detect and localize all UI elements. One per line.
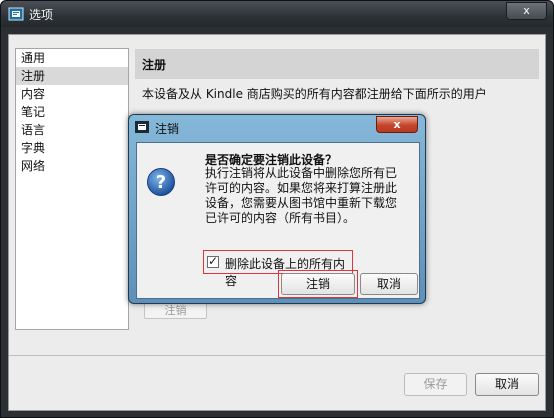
window-titlebar[interactable]: 选项 x: [1, 1, 553, 27]
cancel-button[interactable]: 取消: [475, 373, 539, 396]
svg-text:?: ?: [156, 172, 166, 193]
dialog-close-button[interactable]: x: [376, 116, 418, 133]
category-sidebar: 通用 注册 内容 笔记 语言 字典 网络: [15, 48, 129, 330]
dialog-body: ? 是否确定要注销此设备？ 执行注销将从此设备中删除您所有已许可的内容。如果您将…: [136, 142, 420, 299]
section-header: 注册: [135, 49, 539, 79]
close-icon: x: [523, 4, 530, 17]
sidebar-item-general[interactable]: 通用: [16, 49, 128, 67]
dialog-deregister-button[interactable]: 注销: [281, 273, 355, 295]
dialog-cancel-button[interactable]: 取消: [360, 273, 418, 295]
options-window: 选项 x 通用 注册 内容 笔记 语言 字典 网络 注册 本设备及从 Kindl…: [0, 0, 554, 418]
section-title: 注册: [142, 58, 167, 72]
sidebar-item-language[interactable]: 语言: [16, 121, 128, 139]
kindle-app-icon: [8, 7, 24, 21]
sidebar-item-dictionary[interactable]: 字典: [16, 139, 128, 157]
dialog-title: 注销: [155, 122, 180, 136]
question-icon: ?: [147, 168, 175, 196]
kindle-app-icon: [135, 121, 149, 133]
deregister-button-background[interactable]: 注销: [144, 302, 207, 319]
close-icon: x: [393, 118, 401, 131]
registration-description: 本设备及从 Kindle 商店购买的所有内容都注册给下面所示的用户: [142, 87, 487, 101]
save-button[interactable]: 保存: [404, 373, 467, 396]
footer-divider: [9, 355, 545, 356]
window-close-button[interactable]: x: [506, 2, 547, 20]
sidebar-item-notes[interactable]: 笔记: [16, 103, 128, 121]
deregister-dialog: 注销 x ? 是否确定要注销此设备？ 执行注销将从此设备中删除您所有已许可的内容…: [128, 114, 426, 304]
window-title: 选项: [29, 8, 54, 22]
checkmark-icon: ✓: [208, 254, 219, 268]
sidebar-item-registration[interactable]: 注册: [16, 67, 128, 85]
sidebar-item-network[interactable]: 网络: [16, 157, 128, 175]
dialog-message: 执行注销将从此设备中删除您所有已许可的内容。如果您将来打算注册此设备，您需要从图…: [205, 166, 398, 225]
delete-content-checkbox[interactable]: ✓: [207, 254, 219, 268]
sidebar-item-content[interactable]: 内容: [16, 85, 128, 103]
dialog-titlebar[interactable]: 注销 x: [129, 115, 425, 139]
